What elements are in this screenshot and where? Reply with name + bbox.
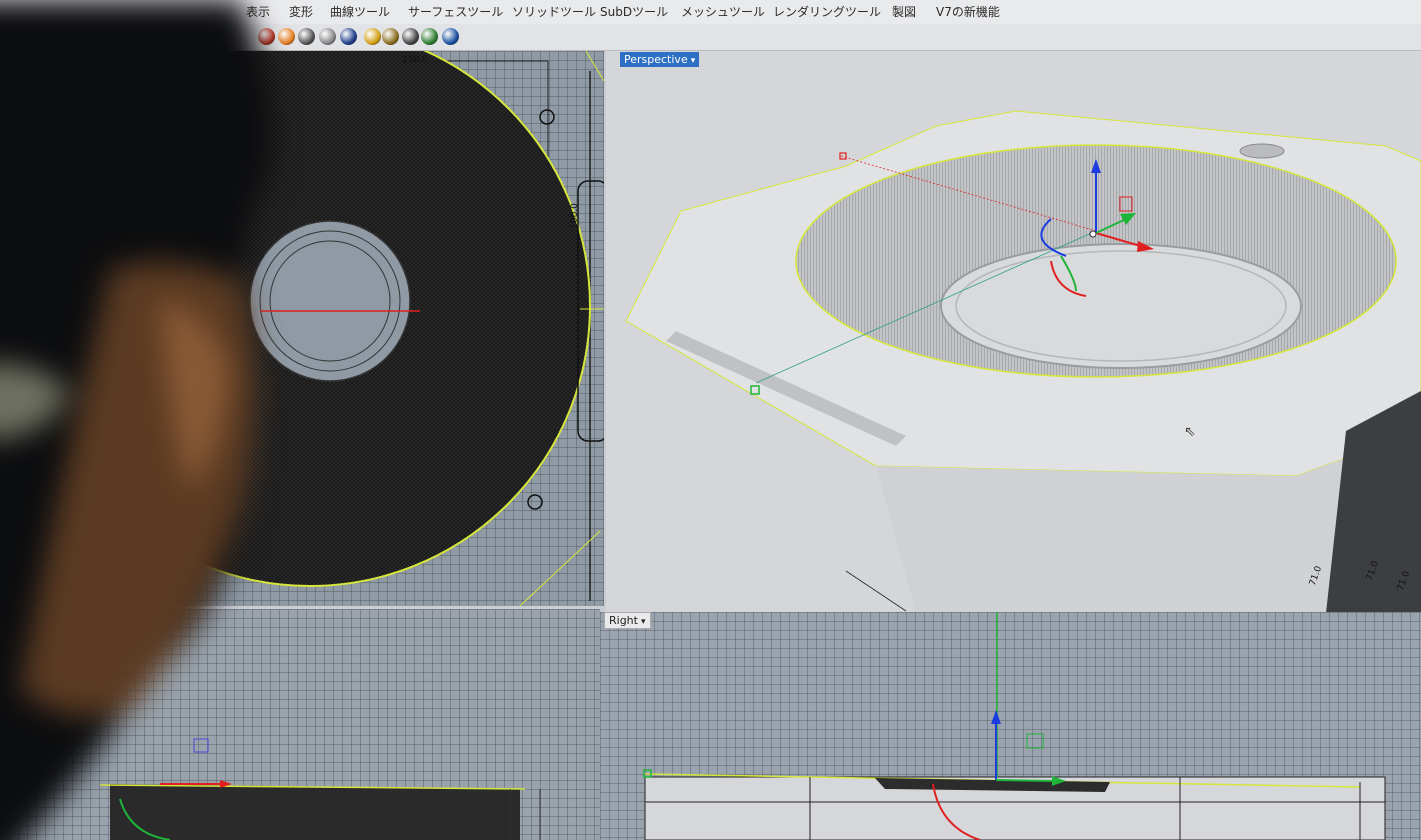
perspective-drawing	[625, 110, 1421, 613]
menu-view[interactable]: 表示	[246, 3, 270, 20]
help-icon[interactable]	[442, 28, 459, 45]
chevron-down-icon[interactable]: ▾	[641, 617, 646, 627]
viewport-perspective[interactable]: Perspective ▾ ⇖ 71.0 71.0 71.0	[606, 51, 1421, 613]
dimension-height: 100.0	[569, 203, 580, 229]
sphere-light-icon[interactable]	[319, 28, 336, 45]
render-icon[interactable]	[258, 28, 275, 45]
color-wheel-icon[interactable]	[278, 28, 295, 45]
viewport-label-text: Right	[609, 614, 638, 627]
spotlight-icon[interactable]	[364, 28, 381, 45]
dimension-width: 150.0	[402, 55, 428, 65]
menu-mesh-tools[interactable]: メッシュツール	[681, 3, 765, 20]
dimension-icon[interactable]	[402, 28, 419, 45]
viewport-label-text: Perspective	[624, 53, 688, 66]
right-view-drawing	[643, 612, 1386, 840]
globe-icon[interactable]	[421, 28, 438, 45]
rhino-window: 表示 変形 曲線ツール サーフェスツール ソリッドツール SubDツール メッシ…	[0, 0, 1421, 840]
gumball-y-axis[interactable]	[995, 779, 1056, 782]
mouse-cursor-icon: ⇖	[1184, 424, 1196, 440]
menu-subd-tools[interactable]: SubDツール	[600, 3, 668, 20]
viewport-label-right[interactable]: Right ▾	[604, 612, 651, 629]
toolbar	[0, 24, 1421, 51]
mount-hole-icon	[527, 494, 543, 510]
front-view-drawing	[99, 738, 541, 840]
viewport-front[interactable]	[0, 609, 600, 840]
menu-transform[interactable]: 変形	[289, 3, 313, 20]
dish-inner-rim	[249, 220, 411, 382]
control-point-red[interactable]	[839, 152, 847, 160]
menu-whats-new[interactable]: V7の新機能	[936, 3, 1000, 20]
mount-hole-icon	[539, 109, 555, 125]
chevron-down-icon[interactable]: ▾	[691, 56, 696, 66]
gear-icon[interactable]	[382, 28, 399, 45]
viewport-right[interactable]: Right ▾	[600, 612, 1421, 840]
viewport-label-perspective[interactable]: Perspective ▾	[620, 52, 700, 67]
menu-drafting[interactable]: 製図	[892, 3, 916, 20]
sphere-blue-icon[interactable]	[340, 28, 357, 45]
menu-solid-tools[interactable]: ソリッドツール	[512, 3, 596, 20]
sphere-gray-icon[interactable]	[298, 28, 315, 45]
menu-rendering-tools[interactable]: レンダリングツール	[773, 3, 881, 20]
menu-bar: 表示 変形 曲線ツール サーフェスツール ソリッドツール SubDツール メッシ…	[0, 0, 1421, 25]
top-view-drawing	[29, 51, 604, 606]
menu-surface-tools[interactable]: サーフェスツール	[408, 3, 503, 20]
viewport-top[interactable]: 150.0 100.0	[0, 51, 604, 606]
menu-curve-tools[interactable]: 曲線ツール	[330, 3, 390, 20]
